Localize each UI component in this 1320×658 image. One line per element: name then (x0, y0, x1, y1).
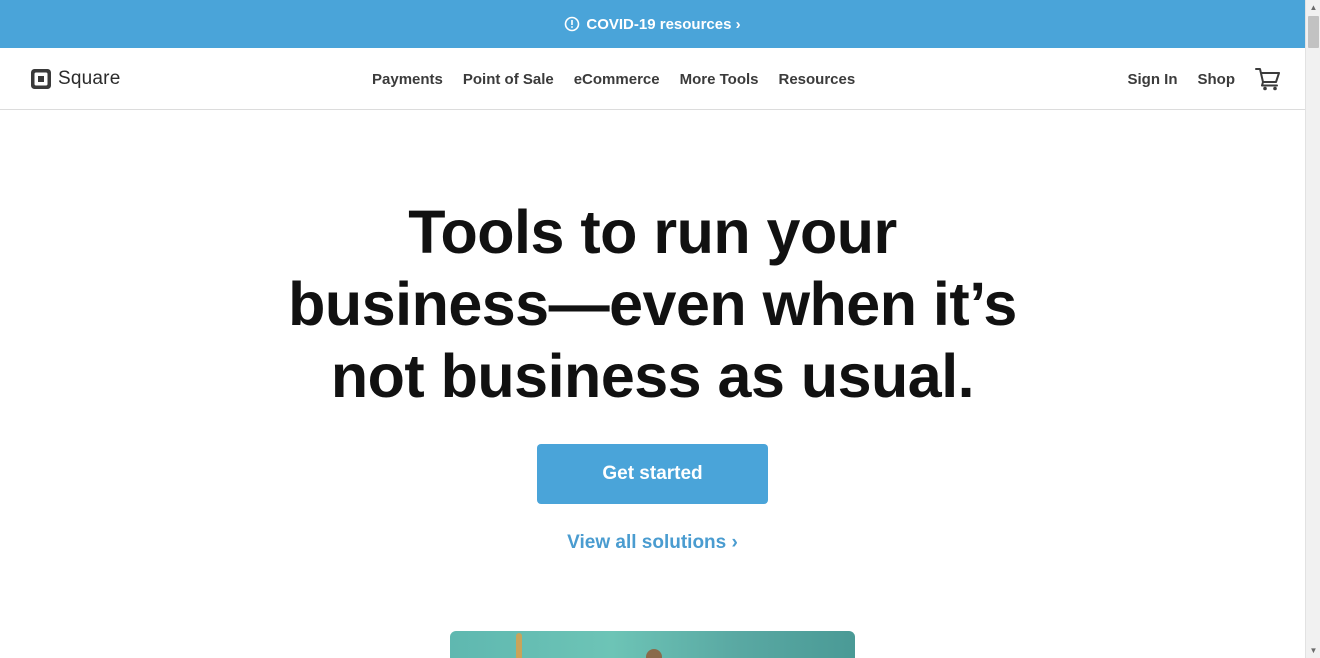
scroll-thumb[interactable] (1308, 16, 1319, 48)
nav-links: Payments Point of Sale eCommerce More To… (372, 48, 855, 110)
nav-link-ecommerce[interactable]: eCommerce (574, 71, 660, 88)
logo-text: Square (58, 68, 121, 89)
view-all-solutions-link[interactable]: View all solutions › (0, 532, 1305, 554)
scroll-down-arrow-icon[interactable]: ▼ (1306, 643, 1320, 658)
square-logo-icon (30, 68, 52, 90)
nav-link-resources[interactable]: Resources (779, 71, 856, 88)
nav-link-more-tools[interactable]: More Tools (680, 71, 759, 88)
hero-image (450, 631, 855, 658)
page: COVID-19 resources › Square Payments Poi… (0, 0, 1305, 658)
shop-link[interactable]: Shop (1198, 71, 1236, 88)
hero-section: Tools to run your business—even when it’… (0, 110, 1305, 554)
alert-circle-icon (564, 16, 580, 32)
get-started-button[interactable]: Get started (537, 444, 768, 504)
banner-text: COVID-19 resources › (586, 15, 741, 33)
main-nav: Square Payments Point of Sale eCommerce … (0, 48, 1305, 110)
vertical-scrollbar[interactable]: ▲ ▼ (1305, 0, 1320, 658)
nav-link-payments[interactable]: Payments (372, 71, 443, 88)
hero-headline: Tools to run your business—even when it’… (288, 198, 1017, 410)
scroll-up-arrow-icon[interactable]: ▲ (1306, 0, 1320, 15)
sign-in-link[interactable]: Sign In (1128, 71, 1178, 88)
nav-link-point-of-sale[interactable]: Point of Sale (463, 71, 554, 88)
covid-banner[interactable]: COVID-19 resources › (0, 0, 1305, 48)
square-logo[interactable]: Square (30, 68, 120, 90)
nav-actions: Sign In Shop (1128, 48, 1282, 110)
cart-icon[interactable] (1255, 67, 1281, 91)
